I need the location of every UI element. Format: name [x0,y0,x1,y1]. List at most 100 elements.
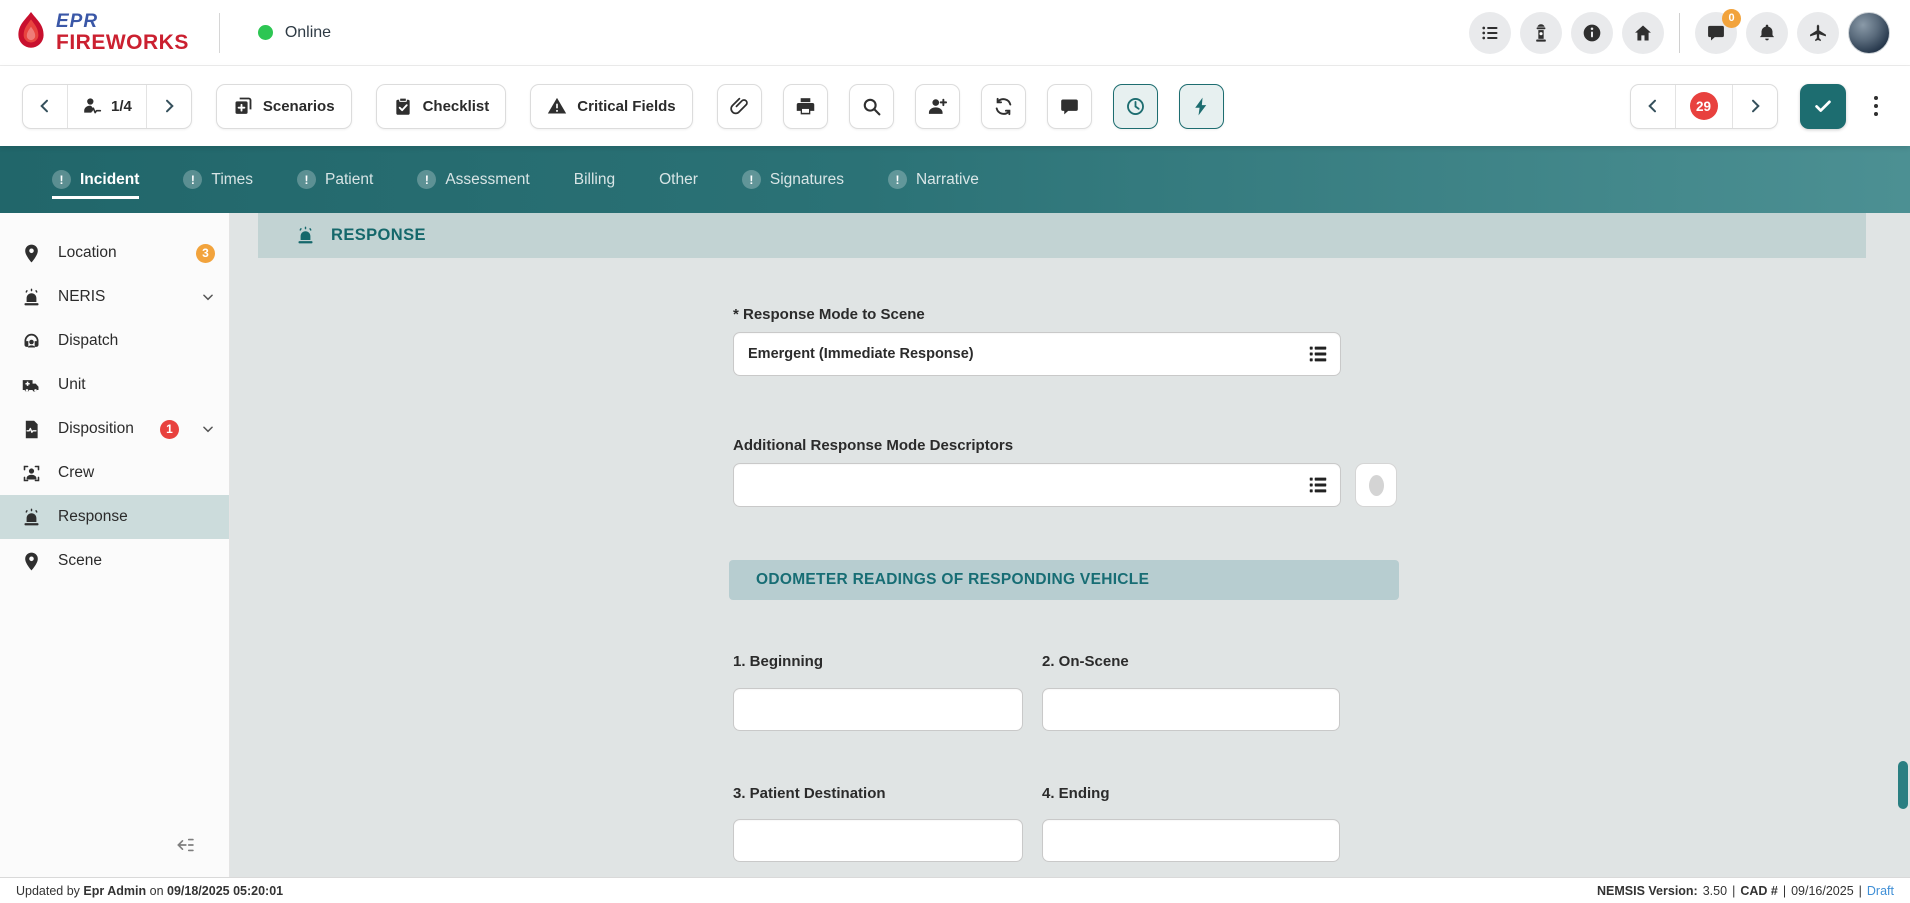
additional-descriptors-label: Additional Response Mode Descriptors [733,437,1013,454]
sidebar-item-response[interactable]: Response [0,495,229,539]
odometer-on-scene-input[interactable] [1042,688,1340,731]
info-button[interactable] [1571,12,1613,54]
check-icon [1812,95,1834,117]
search-icon [861,96,882,117]
user-avatar[interactable] [1848,12,1890,54]
chevron-right-icon [1747,98,1763,114]
times-quick-button[interactable] [1113,84,1158,129]
odometer-beginning-input[interactable] [733,688,1023,731]
save-button[interactable] [1800,84,1846,129]
draft-status-link[interactable]: Draft [1867,884,1894,898]
map-pin-icon [21,551,42,572]
odometer-patient-destination-input[interactable] [733,819,1023,862]
flame-logo-icon [14,12,48,54]
app-logo[interactable]: EPR FIREWORKS [14,12,189,54]
scenarios-label: Scenarios [263,98,335,115]
alert-icon: ! [742,170,761,189]
hydrant-button[interactable] [1520,12,1562,54]
status-footer: Updated by Epr Admin on 09/18/2025 05:20… [0,877,1910,903]
airplane-icon [1808,23,1828,43]
odometer-patient-destination-label: 3. Patient Destination [733,785,886,802]
attachments-button[interactable] [717,84,762,129]
next-patient-button[interactable] [146,85,191,128]
sidebar-item-location[interactable]: Location 3 [0,231,229,275]
messages-button[interactable]: 0 [1695,12,1737,54]
record-toolbar: 1/4 Scenarios Checklist Critical Fields [0,66,1910,146]
refresh-icon [993,96,1014,117]
tab-patient[interactable]: ! Patient [297,170,373,199]
tab-times[interactable]: ! Times [183,170,253,199]
crew-icon [21,463,42,484]
list-picker-icon[interactable] [1307,343,1329,365]
count-badge: 3 [196,244,215,263]
hydrant-icon [1531,23,1551,43]
map-pin-icon [21,243,42,264]
sidebar-item-crew[interactable]: Crew [0,451,229,495]
null-value-icon [1369,475,1384,496]
ambulance-icon [21,375,42,396]
alert-icon: ! [52,170,71,189]
patient-counter-label: 1/4 [111,98,132,115]
menu-list-button[interactable] [1469,12,1511,54]
printer-icon [795,96,816,117]
print-button[interactable] [783,84,828,129]
section-tabbar: ! Incident ! Times ! Patient ! Assessmen… [0,146,1910,213]
vertical-scrollbar-thumb[interactable] [1898,761,1908,809]
comments-button[interactable] [1047,84,1092,129]
flight-mode-button[interactable] [1797,12,1839,54]
previous-validation-button[interactable] [1631,85,1675,128]
tab-other[interactable]: Other [659,171,698,199]
quick-actions-button[interactable] [1179,84,1224,129]
siren-icon [295,225,316,246]
notifications-button[interactable] [1746,12,1788,54]
response-mode-input[interactable]: Emergent (Immediate Response) [733,332,1341,376]
logo-text-fireworks: FIREWORKS [56,32,189,53]
search-button[interactable] [849,84,894,129]
list-picker-icon[interactable] [1307,474,1329,496]
clock-icon [1125,96,1146,117]
tab-assessment[interactable]: ! Assessment [417,170,529,199]
kebab-icon [1874,96,1879,101]
checklist-button[interactable]: Checklist [376,84,507,129]
odometer-on-scene-label: 2. On-Scene [1042,653,1129,670]
collapse-sidebar-button[interactable] [175,835,195,855]
bell-icon [1757,23,1777,43]
connection-status: Online [258,24,331,42]
next-validation-button[interactable] [1732,85,1777,128]
add-person-button[interactable] [915,84,960,129]
updated-by-text: Updated by Epr Admin on 09/18/2025 05:20… [16,884,283,898]
critical-fields-button[interactable]: Critical Fields [530,84,692,129]
siren-icon [21,287,42,308]
chevron-left-icon [37,98,53,114]
home-button[interactable] [1622,12,1664,54]
sidebar-item-unit[interactable]: Unit [0,363,229,407]
alert-icon: ! [417,170,436,189]
chevron-down-icon [201,422,215,436]
online-status-dot [258,25,273,40]
alert-icon: ! [297,170,316,189]
odometer-ending-input[interactable] [1042,819,1340,862]
null-value-button[interactable] [1355,463,1397,507]
person-add-icon [927,96,948,117]
tab-incident[interactable]: ! Incident [52,170,139,199]
scenarios-button[interactable]: Scenarios [216,84,352,129]
tab-narrative[interactable]: ! Narrative [888,170,979,199]
sidebar-item-scene[interactable]: Scene [0,539,229,583]
app-header: EPR FIREWORKS Online 0 [0,0,1910,66]
more-options-button[interactable] [1868,90,1885,123]
previous-patient-button[interactable] [23,85,67,128]
cad-number-label: CAD # [1740,884,1778,898]
sync-button[interactable] [981,84,1026,129]
response-mode-label: * Response Mode to Scene [733,306,925,323]
tab-signatures[interactable]: ! Signatures [742,170,844,199]
tab-billing[interactable]: Billing [574,171,615,199]
chevron-right-icon [161,98,177,114]
validation-count[interactable]: 29 [1675,85,1732,128]
sidebar-item-neris[interactable]: NERIS [0,275,229,319]
additional-descriptors-input[interactable] [733,463,1341,507]
chevron-down-icon [201,290,215,304]
alert-icon: ! [183,170,202,189]
sidebar-item-disposition[interactable]: Disposition 1 [0,407,229,451]
sidebar-item-dispatch[interactable]: Dispatch [0,319,229,363]
patient-counter[interactable]: 1/4 [67,85,146,128]
